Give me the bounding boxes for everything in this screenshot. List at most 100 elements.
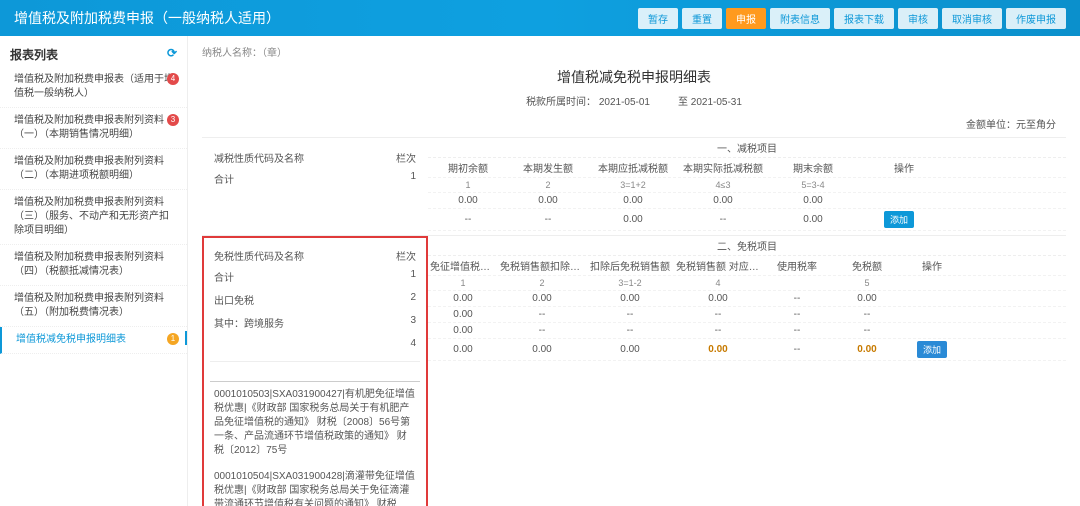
sidebar-item-6[interactable]: 增值税减免税申报明细表1 bbox=[0, 327, 187, 354]
header-btn-2[interactable]: 申报 bbox=[726, 8, 766, 29]
section2-left-row-0: 合计1 bbox=[210, 265, 420, 288]
sidebar-item-5[interactable]: 增值税及附加税费申报表附列资料（五）（附加税费情况表） bbox=[0, 286, 187, 327]
cell: -- bbox=[428, 214, 508, 225]
sidebar-badge-icon: 4 bbox=[167, 73, 179, 85]
section2-group-title: 二、免税项目 bbox=[428, 236, 1066, 256]
sidebar: 报表列表 ⟳ 增值税及附加税费申报表（适用于增值税一般纳税人）4增值税及附加税费… bbox=[0, 36, 188, 506]
cell: 0.00 bbox=[832, 293, 902, 304]
section1-head-2: 1 2 3=1+2 4≤3 5=3-4 bbox=[428, 178, 1066, 193]
section2-left-row-2: 其中：跨境服务3 bbox=[210, 311, 420, 334]
header-btn-1[interactable]: 重置 bbox=[682, 8, 722, 29]
cell: -- bbox=[832, 325, 902, 336]
header-btn-0[interactable]: 暂存 bbox=[638, 8, 678, 29]
sidebar-badge-icon: 3 bbox=[167, 114, 179, 126]
section-2: 免税性质代码及名称 栏次 合计1出口免税2其中：跨境服务34 000101050… bbox=[202, 235, 1066, 506]
page-header: 增值税及附加税费申报（一般纳税人适用） 暂存重置申报附表信息报表下载审核取消审核… bbox=[0, 0, 1080, 36]
cell: -- bbox=[674, 325, 762, 336]
cell: -- bbox=[508, 214, 588, 225]
cell: 0.00 bbox=[678, 195, 768, 206]
cell: 0.00 bbox=[674, 293, 762, 304]
cell: -- bbox=[586, 325, 674, 336]
cell: 0.00 bbox=[498, 344, 586, 355]
cell: 0.00 bbox=[674, 344, 762, 355]
section2-left-row-1: 出口免税2 bbox=[210, 288, 420, 311]
cell: 0.00 bbox=[588, 214, 678, 225]
breadcrumb: 纳税人名称：（章） bbox=[202, 44, 1066, 59]
cell: 0.00 bbox=[508, 195, 588, 206]
cell: -- bbox=[762, 325, 832, 336]
section2-left-row-3: 4 bbox=[210, 334, 420, 353]
section1-right: 一、减税项目 期初余额 本期发生额 本期应抵减税额 本期实际抵减税额 期末余额 … bbox=[428, 138, 1066, 231]
cell: -- bbox=[586, 309, 674, 320]
op-cell: 添加 bbox=[858, 211, 918, 228]
sidebar-title-row: 报表列表 ⟳ bbox=[0, 42, 187, 67]
cell: 0.00 bbox=[428, 344, 498, 355]
section2-row-0: 0.000.000.000.00--0.00 bbox=[428, 291, 1066, 307]
dropdown-item-1[interactable]: 0001010504|SXA031900428|滴灌带免征增值税优惠|《财政部 … bbox=[210, 464, 420, 506]
cell: -- bbox=[498, 309, 586, 320]
section2-left-redbox: 免税性质代码及名称 栏次 合计1出口免税2其中：跨境服务34 000101050… bbox=[202, 236, 428, 506]
section2-row-2: 0.00---------- bbox=[428, 323, 1066, 339]
section1-left-head: 减税性质代码及名称 栏次 bbox=[210, 148, 420, 167]
section2-rows: 0.000.000.000.00--0.000.00----------0.00… bbox=[428, 291, 1066, 361]
section2-head-1: 免征增值税项目 销售额 免税销售额扣除项目 本期实际扣除金额 扣除后免税销售额 … bbox=[428, 256, 1066, 276]
header-btn-5[interactable]: 审核 bbox=[898, 8, 938, 29]
cell: -- bbox=[498, 325, 586, 336]
sidebar-item-1[interactable]: 增值税及附加税费申报表附列资料（一）（本期销售情况明细）3 bbox=[0, 108, 187, 149]
sidebar-item-2[interactable]: 增值税及附加税费申报表附列资料（二）（本期进项税额明细） bbox=[0, 149, 187, 190]
header-toolbar: 暂存重置申报附表信息报表下载审核取消审核作废申报 bbox=[638, 8, 1066, 29]
section2-head-2: 1 2 3=1-2 4 5 bbox=[428, 276, 1066, 291]
cell: -- bbox=[678, 214, 768, 225]
sidebar-item-0[interactable]: 增值税及附加税费申报表（适用于增值税一般纳税人）4 bbox=[0, 67, 187, 108]
sidebar-item-4[interactable]: 增值税及附加税费申报表附列资料（四）（税额抵减情况表） bbox=[0, 245, 187, 286]
header-btn-7[interactable]: 作废申报 bbox=[1006, 8, 1066, 29]
period-to: 至 2021-05-31 bbox=[678, 93, 742, 108]
sidebar-item-3[interactable]: 增值税及附加税费申报表附列资料（三）（服务、不动产和无形资产扣除项目明细） bbox=[0, 190, 187, 245]
section2-left-head: 免税性质代码及名称 栏次 bbox=[210, 246, 420, 265]
section2-row-1: 0.00---------- bbox=[428, 307, 1066, 323]
header-btn-6[interactable]: 取消审核 bbox=[942, 8, 1002, 29]
sidebar-badge-icon: 1 bbox=[167, 333, 179, 345]
section1-rows: 0.000.000.000.000.00----0.00--0.00添加 bbox=[428, 193, 1066, 231]
cell: -- bbox=[762, 293, 832, 304]
cell: 0.00 bbox=[832, 344, 902, 355]
op-cell: 添加 bbox=[902, 341, 962, 358]
section2-left-rows: 合计1出口免税2其中：跨境服务34 bbox=[210, 265, 420, 353]
header-btn-4[interactable]: 报表下载 bbox=[834, 8, 894, 29]
add-row-button[interactable]: 添加 bbox=[884, 211, 914, 228]
cell: 0.00 bbox=[428, 325, 498, 336]
section1-left: 减税性质代码及名称 栏次 合计 1 bbox=[202, 138, 428, 208]
content-area: 报表列表 ⟳ 增值税及附加税费申报表（适用于增值税一般纳税人）4增值税及附加税费… bbox=[0, 36, 1080, 506]
dropdown-item-0[interactable]: 0001010503|SXA031900427|有机肥免征增值税优惠|《财政部 … bbox=[210, 382, 420, 464]
cell: 0.00 bbox=[498, 293, 586, 304]
cell: 0.00 bbox=[768, 214, 858, 225]
document-title: 增值税减免税申报明细表 bbox=[202, 59, 1066, 93]
page-title: 增值税及附加税费申报（一般纳税人适用） bbox=[14, 8, 280, 28]
section1-group-title: 一、减税项目 bbox=[428, 138, 1066, 158]
section1-left-row: 合计 1 bbox=[210, 167, 420, 190]
section1-head-1: 期初余额 本期发生额 本期应抵减税额 本期实际抵减税额 期末余额 操作 bbox=[428, 158, 1066, 178]
cell: -- bbox=[674, 309, 762, 320]
refresh-icon[interactable]: ⟳ bbox=[167, 46, 177, 60]
dropdown-list: 0001010503|SXA031900427|有机肥免征增值税优惠|《财政部 … bbox=[210, 382, 420, 506]
sidebar-title: 报表列表 bbox=[10, 48, 58, 62]
dropdown-search-input[interactable] bbox=[210, 362, 420, 382]
add-row-button[interactable]: 添加 bbox=[917, 341, 947, 358]
header-btn-3[interactable]: 附表信息 bbox=[770, 8, 830, 29]
section2-right: 二、免税项目 免征增值税项目 销售额 免税销售额扣除项目 本期实际扣除金额 扣除… bbox=[428, 236, 1066, 506]
unit-label: 金额单位：元至角分 bbox=[202, 112, 1066, 137]
cell: 0.00 bbox=[588, 195, 678, 206]
cell: 0.00 bbox=[428, 293, 498, 304]
cell: 0.00 bbox=[428, 195, 508, 206]
cell: -- bbox=[762, 309, 832, 320]
cell: 0.00 bbox=[768, 195, 858, 206]
cell: 0.00 bbox=[586, 344, 674, 355]
cell: -- bbox=[832, 309, 902, 320]
section2-row-3: 0.000.000.000.00--0.00添加 bbox=[428, 339, 1066, 361]
cell: 0.00 bbox=[428, 309, 498, 320]
period-label: 税款所属时间： 2021-05-01 bbox=[526, 93, 650, 108]
dropdown-panel: 0001010503|SXA031900427|有机肥免征增值税优惠|《财政部 … bbox=[210, 361, 420, 506]
main-panel: 纳税人名称：（章） 增值税减免税申报明细表 税款所属时间： 2021-05-01… bbox=[188, 36, 1080, 506]
period-row: 税款所属时间： 2021-05-01 至 2021-05-31 bbox=[202, 93, 1066, 112]
cell: 0.00 bbox=[586, 293, 674, 304]
